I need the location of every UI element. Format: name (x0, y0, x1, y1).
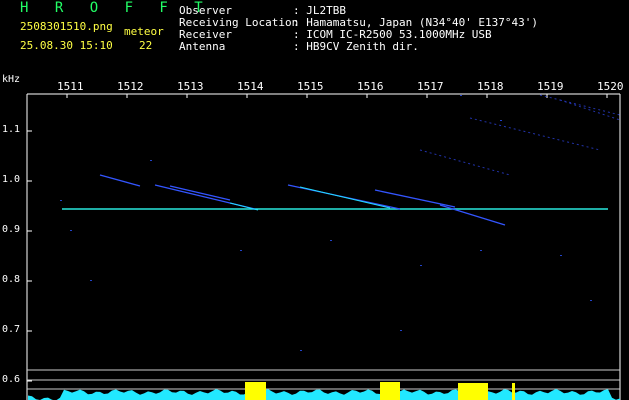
x-tick-label: 1520 (597, 80, 624, 93)
noise-dot (500, 120, 502, 121)
noise-dot (480, 250, 482, 251)
noise-dot (90, 280, 92, 281)
x-tick-label: 1513 (177, 80, 204, 93)
noise-dot (560, 255, 562, 256)
y-tick-label: 0.9 (2, 224, 21, 235)
y-tick-label: 1.1 (2, 124, 21, 135)
noise-trace (559, 99, 621, 121)
noise-dot (240, 250, 242, 251)
x-tick-label: 1511 (57, 80, 84, 93)
filename-label: 2508301510.png (20, 20, 113, 33)
y-tick-label: 0.7 (2, 324, 21, 335)
noise-dot (460, 95, 462, 96)
mode-label: meteor (124, 25, 164, 38)
meteor-burst-marker (245, 382, 266, 400)
datetime-label: 25.08.30 15:10 (20, 39, 113, 52)
meteor-echo-trace (169, 185, 231, 201)
x-tick-label: 1518 (477, 80, 504, 93)
noise-trace (469, 117, 601, 151)
noise-dot (420, 265, 422, 266)
noise-dot (60, 200, 62, 201)
meteor-burst-marker (458, 383, 488, 400)
signal-level-bar (28, 389, 620, 400)
antenna-label: Antenna (179, 40, 226, 53)
x-tick-label: 1514 (237, 80, 264, 93)
y-axis-unit: kHz (2, 74, 21, 85)
meteor-burst-marker (512, 383, 515, 400)
noise-trace (539, 94, 621, 116)
y-tick-label: 0.6 (2, 374, 21, 385)
y-tick-label: 1.0 (2, 174, 21, 185)
x-tick-label: 1515 (297, 80, 324, 93)
noise-dot (330, 240, 332, 241)
x-tick-label: 1516 (357, 80, 384, 93)
meteor-echo-trace (99, 174, 141, 187)
noise-trace (419, 149, 511, 176)
y-tick-label: 0.8 (2, 274, 21, 285)
meteor-echo-trace (374, 189, 456, 208)
meteor-burst-marker (380, 382, 400, 400)
noise-dot (150, 160, 152, 161)
noise-dot (300, 350, 302, 351)
spectrogram-canvas (26, 93, 621, 400)
noise-dot (400, 330, 402, 331)
meteor-echo-trace (439, 204, 506, 226)
antenna-value: : HB9CV Zenith dir. (293, 40, 419, 53)
x-tick-label: 1512 (117, 80, 144, 93)
noise-dot (590, 300, 592, 301)
noise-dot (70, 230, 72, 231)
x-tick-label: 1519 (537, 80, 564, 93)
meteor-count: 22 (139, 39, 153, 52)
x-tick-label: 1517 (417, 80, 444, 93)
